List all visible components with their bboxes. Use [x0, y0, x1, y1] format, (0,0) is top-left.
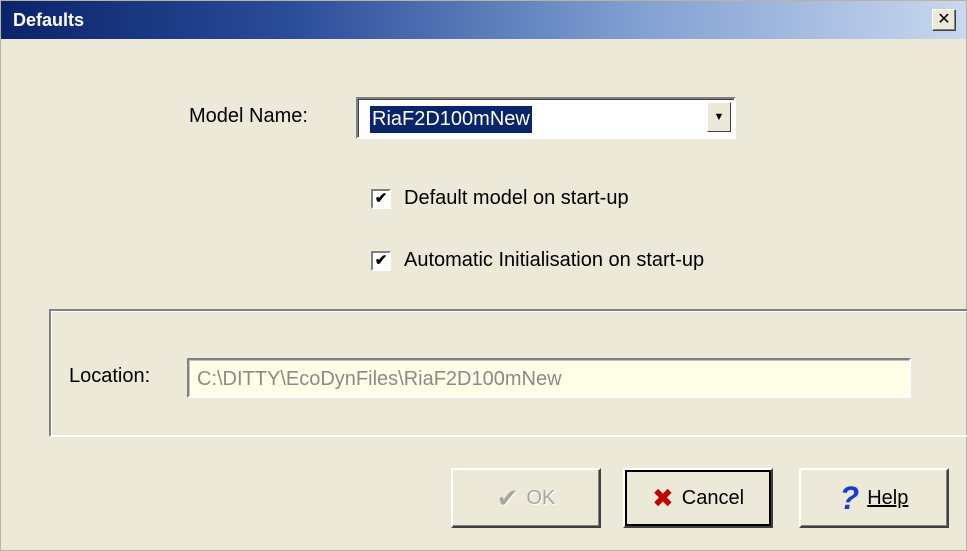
cross-icon: ✖	[651, 482, 674, 513]
ok-label: OK	[526, 486, 556, 509]
location-value: C:\DITTY\EcoDynFiles\RiaF2D100mNew	[197, 368, 562, 390]
chevron-down-icon: ▼	[713, 111, 725, 123]
cancel-label: Cancel	[681, 486, 745, 509]
checkmark-icon: ✔	[374, 190, 388, 207]
model-name-value: RiaF2D100mNew	[370, 106, 532, 133]
auto-init-checkbox[interactable]: ✔	[371, 251, 391, 271]
checkmark-icon: ✔	[496, 482, 519, 513]
title-bar[interactable]: Defaults ✕	[1, 1, 966, 39]
close-icon: ✕	[937, 11, 951, 28]
ok-button[interactable]: ✔ OK	[451, 468, 601, 528]
help-label: Help	[867, 486, 909, 509]
help-button[interactable]: ? Help	[799, 468, 949, 528]
model-name-dropdown[interactable]: RiaF2D100mNew ▼	[356, 97, 736, 139]
model-name-label: Model Name:	[189, 105, 308, 127]
default-model-label[interactable]: Default model on start-up	[404, 187, 629, 210]
location-label: Location:	[69, 365, 151, 387]
cancel-button[interactable]: ✖ Cancel	[623, 468, 773, 528]
help-icon: ?	[839, 479, 860, 516]
auto-init-label[interactable]: Automatic Initialisation on start-up	[404, 249, 704, 272]
location-field: C:\DITTY\EcoDynFiles\RiaF2D100mNew	[187, 358, 911, 398]
checkmark-icon: ✔	[374, 252, 388, 269]
close-button[interactable]: ✕	[932, 9, 956, 31]
dropdown-arrow-button[interactable]: ▼	[707, 102, 731, 132]
default-model-checkbox[interactable]: ✔	[371, 189, 391, 209]
defaults-dialog: Defaults ✕ Model Name: RiaF2D100mNew ▼ ✔…	[0, 0, 967, 551]
window-title: Defaults	[13, 10, 85, 30]
